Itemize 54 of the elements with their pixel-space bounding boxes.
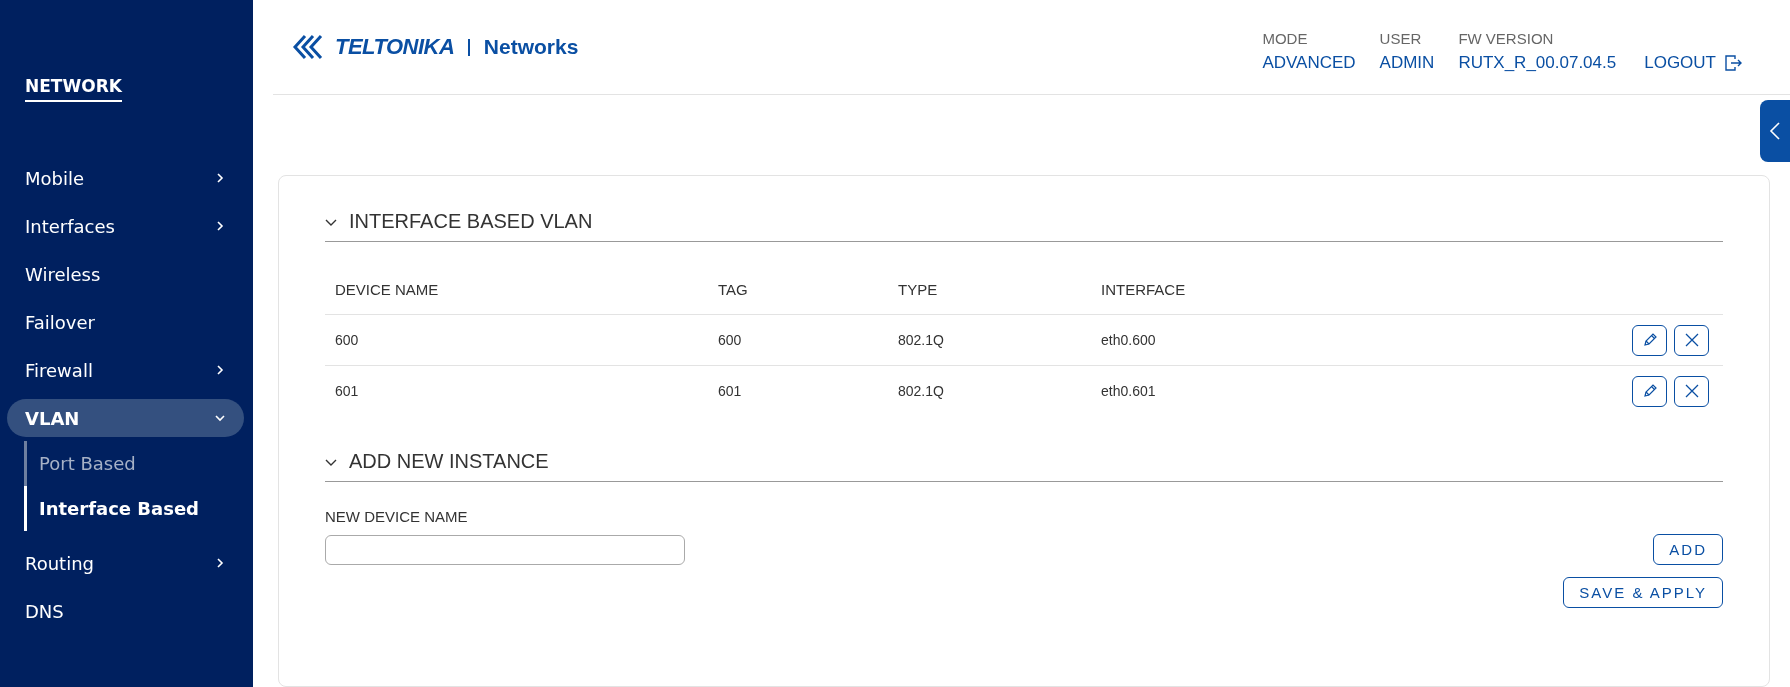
- pencil-icon: [1641, 383, 1658, 399]
- section-header[interactable]: ADD NEW INSTANCE: [325, 446, 1723, 482]
- sidebar-item[interactable]: Wireless: [7, 255, 244, 293]
- chevron-right-icon: [214, 172, 226, 184]
- info-value: RUTX_R_00.07.04.5: [1458, 52, 1617, 73]
- delete-button[interactable]: [1674, 324, 1709, 356]
- info-value: ADMIN: [1379, 52, 1435, 73]
- close-icon: [1683, 332, 1700, 348]
- logout-icon: [1724, 53, 1742, 72]
- sidebar-item[interactable]: Failover: [7, 303, 244, 341]
- sidebar-item[interactable]: Firewall: [7, 351, 244, 389]
- logout-link[interactable]: LOGOUT: [1644, 52, 1742, 73]
- panel-toggle-button[interactable]: [1760, 100, 1790, 162]
- table-cell: 802.1Q: [888, 315, 1091, 366]
- table-cell-text: 802.1Q: [897, 382, 945, 401]
- chevron-right-icon: [214, 557, 226, 569]
- close-icon: [1683, 383, 1700, 399]
- sidebar-subitem[interactable]: Interface Based: [24, 486, 253, 531]
- sidebar-title: NETWORK: [25, 76, 122, 102]
- section-header[interactable]: INTERFACE BASED VLAN: [325, 206, 1723, 242]
- chevron-right-icon: [214, 364, 226, 376]
- chevron-left-icon: [1769, 121, 1781, 141]
- table-cell-text: 601: [717, 382, 743, 401]
- text-input[interactable]: [325, 535, 685, 565]
- logo-subtitle: Networks: [483, 35, 579, 59]
- column-header: INTERFACE: [1091, 267, 1622, 315]
- field-label: NEW DEVICE NAME: [325, 508, 469, 525]
- table-cell: 600: [325, 315, 708, 366]
- edit-button[interactable]: [1632, 324, 1667, 356]
- column-header: DEVICE NAME: [325, 267, 708, 315]
- delete-button[interactable]: [1674, 375, 1709, 407]
- info-label: USER: [1379, 29, 1423, 47]
- column-header: TYPE: [888, 267, 1091, 315]
- table-cell: 600: [708, 315, 888, 366]
- sidebar-item[interactable]: VLAN: [7, 399, 244, 437]
- info-value: ADVANCED: [1262, 52, 1356, 73]
- sidebar-subitem[interactable]: Port Based: [27, 441, 253, 486]
- chevron-right-icon: [214, 220, 226, 232]
- sidebar-item[interactable]: DNS: [7, 592, 244, 630]
- sidebar-item[interactable]: Mobile: [7, 159, 244, 197]
- table-cell-text: eth0.601: [1100, 382, 1157, 401]
- chevron-down-icon: [214, 412, 226, 424]
- action-button[interactable]: ADD: [1653, 534, 1723, 565]
- info-label: FW VERSION: [1458, 29, 1555, 47]
- sidebar-item[interactable]: Interfaces: [7, 207, 244, 245]
- column-header: TAG: [708, 267, 888, 315]
- edit-button[interactable]: [1632, 375, 1667, 407]
- pencil-icon: [1641, 332, 1658, 348]
- table-cell: eth0.600: [1091, 315, 1622, 366]
- info-label: MODE: [1262, 29, 1309, 47]
- table-cell-text: 601: [334, 382, 360, 401]
- action-button[interactable]: SAVE & APPLY: [1563, 577, 1723, 608]
- logo-text: TELTONIKA: [335, 34, 455, 60]
- sidebar-item[interactable]: Routing: [7, 544, 244, 582]
